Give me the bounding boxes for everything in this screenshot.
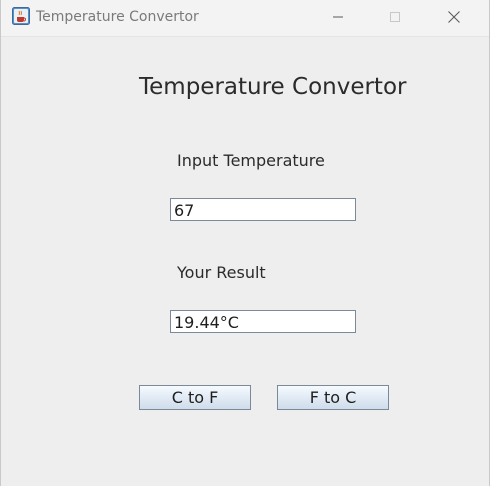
maximize-button[interactable] — [372, 0, 418, 34]
window-title: Temperature Convertor — [36, 9, 199, 25]
java-cup-icon — [12, 7, 30, 25]
page-heading: Temperature Convertor — [139, 74, 407, 100]
input-temperature-field[interactable] — [170, 198, 356, 221]
input-temperature-label: Input Temperature — [177, 151, 325, 170]
c-to-f-button[interactable]: C to F — [139, 385, 251, 410]
close-button[interactable] — [431, 0, 477, 34]
app-window: Temperature Convertor Temperature Conver… — [0, 0, 490, 486]
title-bar[interactable]: Temperature Convertor — [1, 0, 489, 37]
f-to-c-button[interactable]: F to C — [277, 385, 389, 410]
result-label: Your Result — [177, 263, 266, 282]
close-icon — [447, 10, 461, 24]
result-field[interactable] — [170, 310, 356, 333]
minimize-icon — [332, 11, 344, 23]
maximize-icon — [389, 11, 401, 23]
minimize-button[interactable] — [315, 0, 361, 34]
